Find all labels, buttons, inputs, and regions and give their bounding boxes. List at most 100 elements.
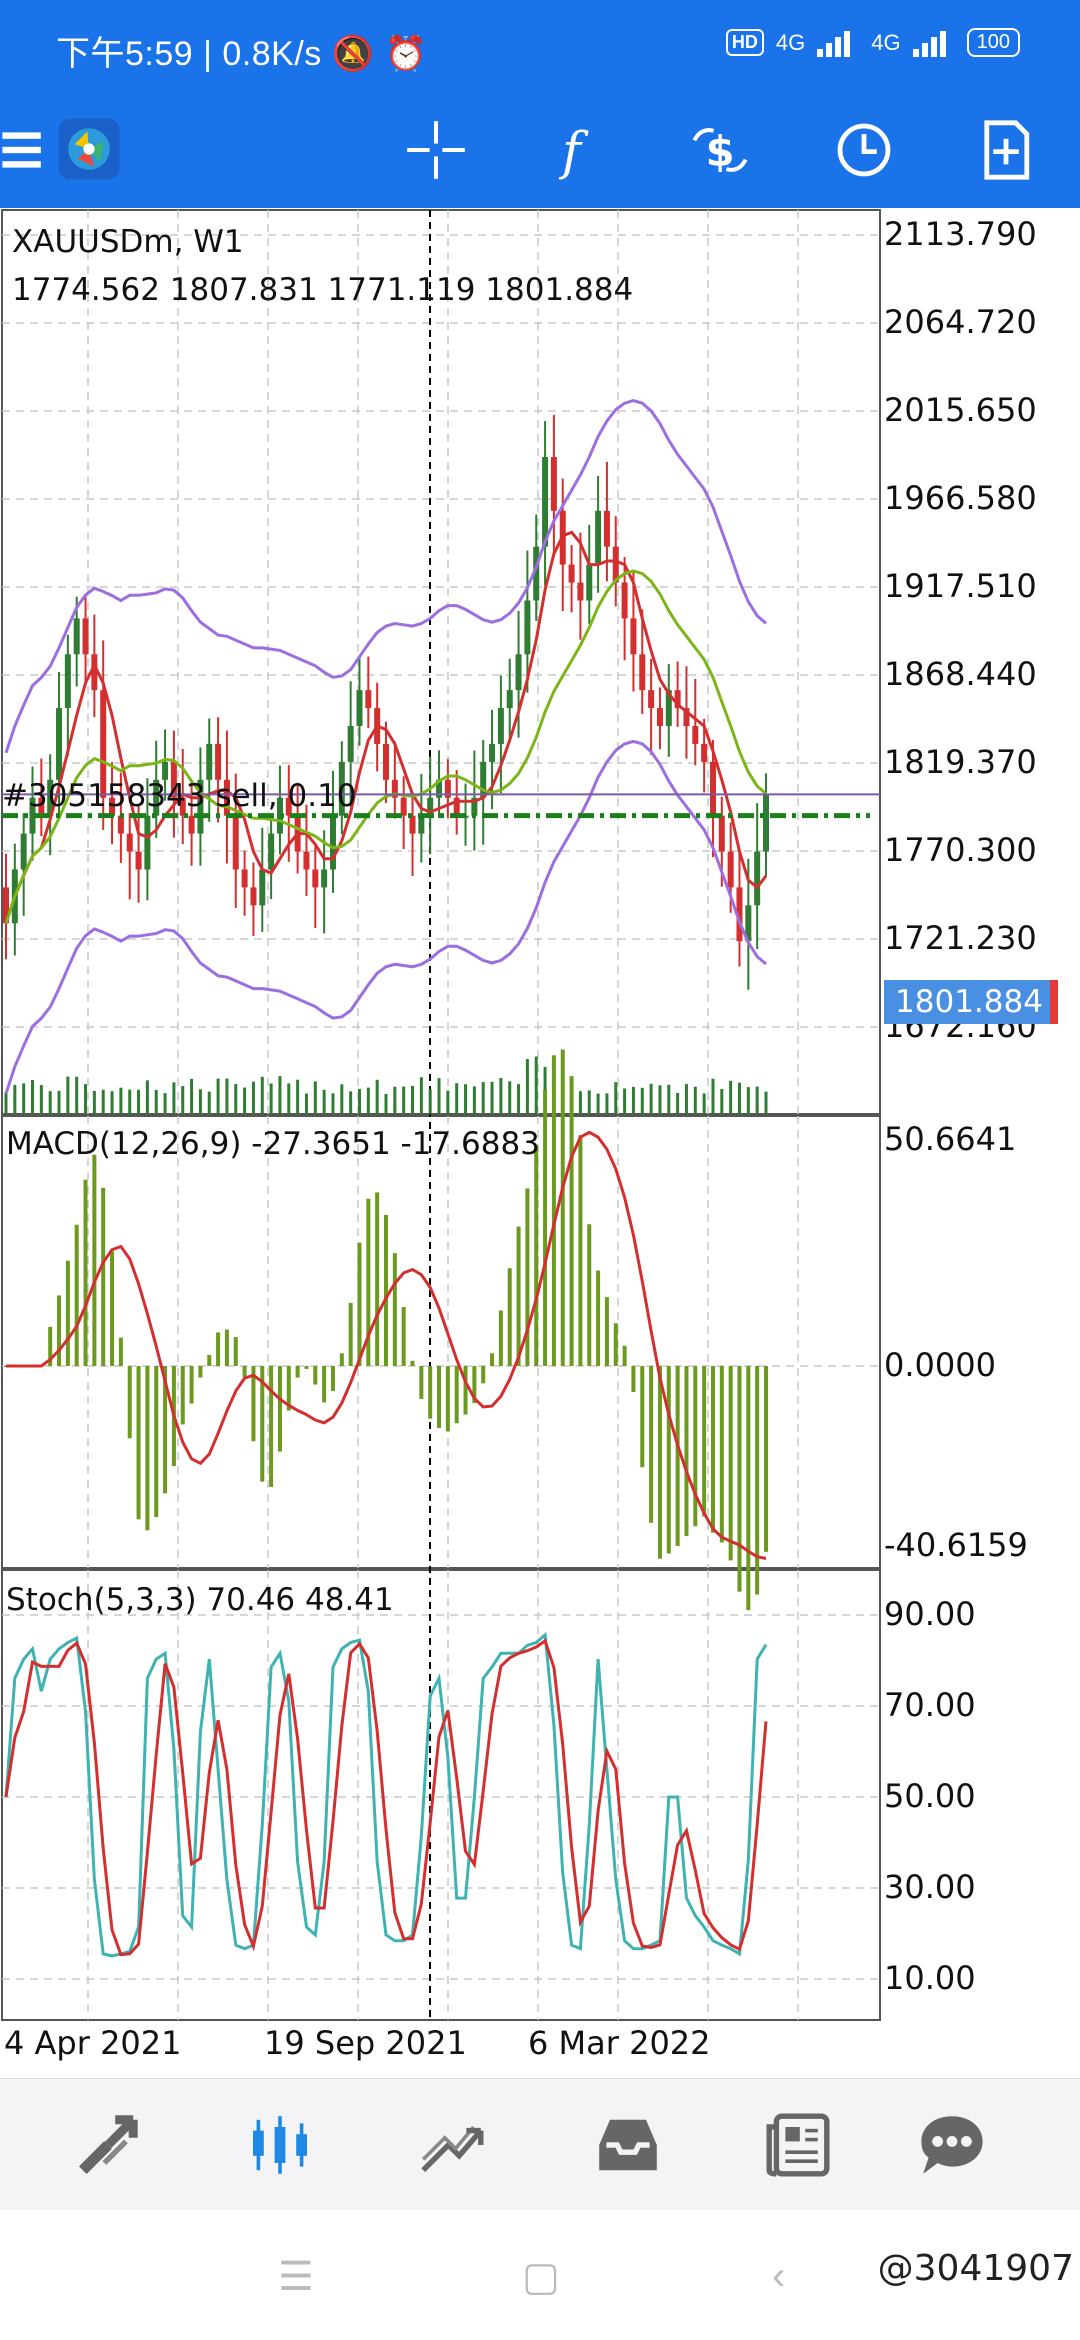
trade-icon[interactable]: [412, 2105, 492, 2185]
chat-icon[interactable]: [912, 2105, 992, 2185]
indicators-icon[interactable]: f: [540, 112, 616, 188]
order-line-label[interactable]: #305158343 sell, 0.10: [2, 778, 357, 814]
volume-bar: [31, 1079, 35, 1114]
macd-histogram-bar: [693, 1366, 698, 1527]
candle-body: [383, 743, 389, 780]
macd-histogram-bar: [216, 1332, 221, 1366]
volume-bar: [366, 1087, 370, 1114]
volume-bar: [39, 1085, 43, 1114]
volume-bar: [428, 1089, 432, 1114]
candle-body: [418, 815, 425, 834]
volume-bar: [207, 1091, 211, 1114]
history-icon[interactable]: [588, 2105, 668, 2185]
macd-histogram-bar: [710, 1366, 715, 1533]
macd-histogram-bar: [578, 1135, 583, 1366]
macd-histogram-bar: [604, 1297, 609, 1366]
macd-histogram-bar: [534, 1145, 539, 1366]
macd-histogram-bar: [764, 1366, 768, 1552]
volume-bar: [243, 1087, 247, 1114]
volume-bar: [66, 1076, 70, 1114]
macd-histogram-bar: [516, 1226, 521, 1366]
crosshair-icon[interactable]: [398, 112, 474, 188]
candle-body: [20, 833, 27, 870]
candle-body: [692, 726, 699, 744]
back-button[interactable]: ‹: [772, 2254, 785, 2299]
app-logo-icon[interactable]: [48, 108, 130, 190]
candle-body: [648, 690, 655, 709]
volume-bar: [623, 1088, 627, 1114]
volume-bar: [349, 1091, 353, 1114]
volume-bar: [57, 1090, 61, 1114]
bottom-nav: [0, 2078, 1080, 2210]
volume-bar: [287, 1083, 291, 1114]
timeframe-icon[interactable]: [826, 112, 902, 188]
news-icon[interactable]: [758, 2105, 838, 2185]
trade-icon[interactable]: $: [682, 112, 758, 188]
volume-bar: [225, 1078, 229, 1114]
volume-bar: [411, 1085, 415, 1114]
macd-histogram-bar: [145, 1366, 150, 1531]
macd-histogram-bar: [127, 1366, 132, 1439]
volume-bar: [92, 1090, 96, 1114]
volume-bar: [278, 1076, 282, 1114]
volume-bar: [764, 1091, 768, 1114]
macd-histogram-bar: [233, 1337, 238, 1366]
volume-bar: [481, 1082, 485, 1114]
volume-bar: [693, 1086, 697, 1114]
candle-body: [241, 869, 248, 888]
volume-bar: [331, 1093, 335, 1114]
macd-tick-label: 0.0000: [884, 1346, 996, 1384]
macd-histogram-bar: [622, 1345, 627, 1366]
candle-body: [497, 708, 504, 744]
quotes-icon[interactable]: [68, 2105, 148, 2185]
volume-bar: [22, 1083, 26, 1114]
volume-bar: [190, 1078, 194, 1114]
hd-badge: HD: [725, 29, 764, 56]
volume-bar: [472, 1086, 476, 1114]
macd-histogram-bar: [401, 1306, 406, 1366]
volume-bar: [755, 1086, 759, 1114]
macd-histogram-bar: [322, 1366, 327, 1403]
macd-histogram-bar: [330, 1366, 335, 1391]
stoch-title: Stoch(5,3,3) 70.46 48.41: [6, 1582, 394, 1618]
clock: 下午5:59: [56, 35, 194, 73]
chart-area[interactable]: XAUUSDm, W1 1774.562 1807.831 1771.119 1…: [0, 208, 1080, 2078]
macd-histogram-bar: [410, 1360, 415, 1366]
macd-histogram-bar: [136, 1366, 141, 1520]
menu-button[interactable]: ☰: [278, 2254, 314, 2300]
candle-body: [727, 851, 734, 888]
candle-body: [409, 815, 416, 834]
macd-histogram-bar: [348, 1302, 353, 1366]
candle-body: [329, 815, 336, 870]
volume-bar: [676, 1092, 680, 1114]
date-label: 6 Mar 2022: [528, 2024, 711, 2062]
new-order-icon[interactable]: [968, 112, 1044, 188]
macd-histogram-bar: [463, 1366, 468, 1415]
macd-histogram-bar: [613, 1323, 618, 1366]
panel-frame: [1, 1569, 881, 2021]
macd-histogram-bar: [224, 1329, 229, 1366]
volume-bar: [340, 1084, 344, 1114]
volume-bar: [499, 1078, 503, 1114]
volume-bar: [260, 1076, 264, 1114]
signal-icon: [817, 29, 859, 57]
home-button[interactable]: ▢: [522, 2254, 560, 2300]
net-speed: 0.8K/s: [222, 35, 322, 73]
volume-bar: [737, 1082, 741, 1114]
volume-bar: [375, 1079, 379, 1114]
battery-icon: 100: [966, 28, 1020, 57]
volume-bar: [119, 1087, 123, 1114]
candle-body: [126, 833, 133, 852]
macd-histogram-bar: [269, 1366, 274, 1487]
macd-histogram-bar: [57, 1295, 62, 1366]
macd-histogram-bar: [596, 1270, 601, 1366]
candle-body: [400, 797, 407, 816]
chart-icon[interactable]: [240, 2105, 320, 2185]
macd-histogram-bar: [684, 1366, 689, 1537]
volume-bar: [84, 1084, 88, 1114]
watermark: @3041907: [877, 2248, 1074, 2289]
macd-histogram-bar: [110, 1251, 115, 1366]
volume-bar: [145, 1080, 149, 1114]
candle-body: [365, 690, 372, 709]
network-type-2: 4G: [871, 29, 901, 55]
